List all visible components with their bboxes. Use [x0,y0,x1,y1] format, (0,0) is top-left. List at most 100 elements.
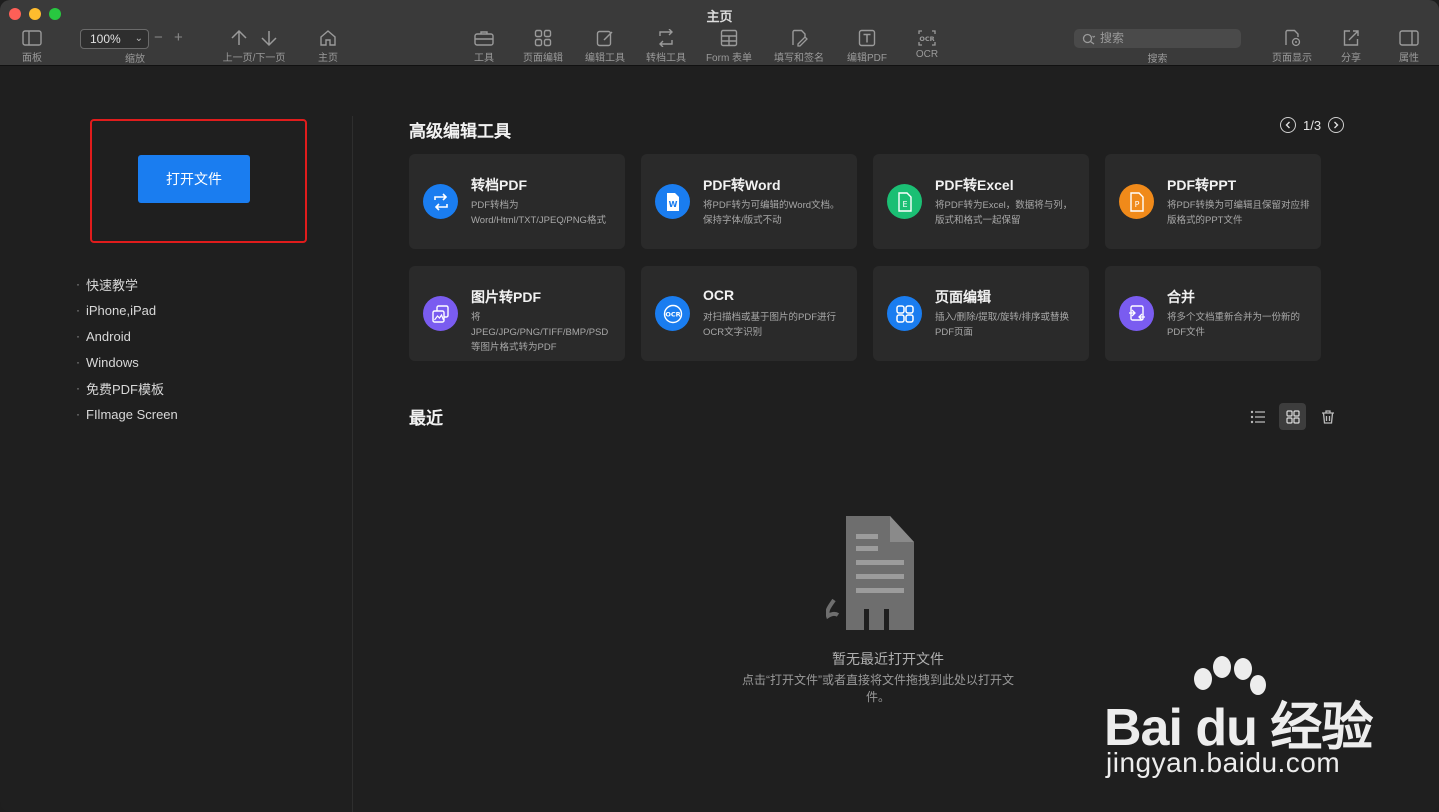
trash-icon [1321,409,1334,424]
tool-card-image-to-pdf[interactable]: 图片转PDF 将JPEG/JPG/PNG/TIFF/BMP/PSD等图片格式转为… [409,266,625,361]
edit-tools-label: 编辑工具 [585,53,625,64]
edit-icon [596,28,614,48]
properties-label: 属性 [1399,53,1419,64]
card-title: PDF转Word [703,177,781,193]
empty-document-icon [826,516,914,630]
home-label: 主页 [318,53,338,64]
page-edit-button[interactable]: 页面编辑 [518,28,568,64]
card-title: OCR [703,287,735,303]
form-table-icon [720,28,738,48]
chevron-down-icon: ⌄ [134,33,143,44]
zoom-select[interactable]: 100% ⌄ [80,29,149,49]
help-link-iphone[interactable]: · iPhone,iPad [76,297,178,323]
convert-icon [657,28,675,48]
page-display-icon [1283,28,1301,48]
tool-card-ocr[interactable]: OCR OCR 对扫描档或基于图片的PDF进行OCR文字识别 [641,266,857,361]
card-title: 图片转PDF [471,289,541,305]
help-link-tutorial[interactable]: · 快速教学 [76,271,178,297]
help-link-label: iPhone,iPad [86,302,157,318]
edit-pdf-button[interactable]: 编辑PDF [843,28,891,64]
help-link-android[interactable]: · Android [76,323,178,349]
pager-next-button[interactable] [1328,117,1345,133]
card-desc: 将PDF转为Excel，数据将与列，版式和格式一起保留 [935,200,1073,226]
card-desc: 将多个文档重新合并为一份新的PDF文件 [1167,312,1301,338]
tool-card-pdf-to-excel[interactable]: E PDF转Excel 将PDF转为Excel，数据将与列，版式和格式一起保留 [873,154,1089,249]
search-icon [1082,33,1096,45]
tool-card-page-edit[interactable]: 页面编辑 插入/删除/提取/旋转/排序或替换PDF页面 [873,266,1089,361]
convert-tools-label: 转档工具 [646,53,686,64]
tool-card-pdf-to-ppt[interactable]: P PDF转PPT 将PDF转换为可编辑且保留对应排版格式的PPT文件 [1105,154,1321,249]
card-desc: 插入/删除/提取/旋转/排序或替换PDF页面 [935,312,1070,338]
tool-card-pdf-to-word[interactable]: W PDF转Word 将PDF转为可编辑的Word文档。保持字体/版式不动 [641,154,857,249]
merge-icon [1119,296,1154,331]
tool-card-merge[interactable]: 合并 将多个文档重新合并为一份新的PDF文件 [1105,266,1321,361]
page-display-button[interactable]: 页面显示 [1266,28,1318,64]
form-button[interactable]: Form 表单 [702,28,756,64]
help-links: · 快速教学 · iPhone,iPad · Android · Windows · 免费… [76,271,178,427]
chevron-right-icon [1334,121,1339,129]
card-desc: PDF转档为Word/Html/TXT/JPEQ/PNG格式 [471,200,606,226]
form-label: Form 表单 [705,53,753,64]
grid-view-button[interactable] [1279,403,1306,430]
help-link-filmage[interactable]: · FIlmage Screen [76,401,178,427]
ocr-icon: OCR [917,28,937,48]
image-icon [423,296,458,331]
home-button[interactable]: 主页 [312,28,344,64]
panel-divider [352,116,353,812]
text-box-icon [858,28,876,48]
svg-text:E: E [902,200,907,209]
help-link-label: Android [86,328,131,344]
pager-text: 1/3 [1303,117,1322,133]
prev-next-label: 上一页/下一页 [222,53,286,64]
empty-state-title: 暂无最近打开文件 [832,651,944,667]
list-view-button[interactable] [1244,403,1271,430]
search-placeholder: 搜索 [1100,31,1125,45]
card-desc: 将PDF转换为可编辑且保留对应排版格式的PPT文件 [1167,200,1310,226]
tools-button[interactable]: 工具 [467,28,501,64]
ocr-icon: OCR [655,296,690,331]
share-button[interactable]: 分享 [1336,28,1366,64]
grid-icon [1285,409,1300,424]
arrow-down-icon[interactable] [260,29,278,47]
zoom-in-button[interactable]: + [174,29,183,46]
baidu-jingyan-watermark: Bai du 经验 jingyan.baidu.com [1100,655,1430,785]
arrow-up-icon[interactable] [230,29,248,47]
convert-tools-button[interactable]: 转档工具 [641,28,691,64]
grid-icon [887,296,922,331]
tool-card-convert-pdf[interactable]: 转档PDF PDF转档为Word/Html/TXT/JPEQ/PNG格式 [409,154,625,249]
chevron-left-icon [1285,121,1290,129]
ocr-toolbar-button[interactable]: OCR OCR [912,28,942,64]
help-link-label: 快速教学 [86,277,139,293]
edit-tools-button[interactable]: 编辑工具 [580,28,630,64]
zoom-out-button[interactable]: − [154,29,163,46]
prev-next-group: 上一页/下一页 [214,28,294,64]
card-title: PDF转PPT [1167,177,1237,193]
panel-button[interactable]: 面板 [14,28,50,64]
ppt-icon: P [1119,184,1154,219]
tools-section-title: 高级编辑工具 [409,122,511,141]
help-link-templates[interactable]: · 免费PDF模板 [76,375,178,401]
open-file-button[interactable]: 打开文件 [138,155,250,203]
empty-state-desc: 点击“打开文件”或者直接将文件拖拽到此处以打开文件。 [742,673,1014,704]
window-title: 主页 [706,9,733,24]
home-icon [319,28,337,48]
fill-sign-button[interactable]: 填写和签名 [770,28,828,64]
card-title: 页面编辑 [935,289,991,305]
pager-prev-button[interactable] [1280,117,1296,133]
recent-view-tools [1244,403,1341,430]
toolbar: 主页 面板 100% ⌄ − + 缩放 上一页/下一页 主页 工具 页面编辑 编… [0,0,1439,66]
properties-button[interactable]: 属性 [1394,28,1424,64]
svg-text:OCR: OCR [919,35,934,43]
inspector-icon [1399,28,1419,48]
share-icon [1342,28,1360,48]
zoom-label: 缩放 [125,54,145,65]
grid-icon [534,28,552,48]
card-desc: 将JPEG/JPG/PNG/TIFF/BMP/PSD等图片格式转为PDF [471,312,609,353]
card-title: 合并 [1167,289,1195,305]
card-desc: 对扫描档或基于图片的PDF进行OCR文字识别 [703,312,837,338]
search-input[interactable]: 搜索 [1074,29,1241,48]
clear-recent-button[interactable] [1314,403,1341,430]
help-link-windows[interactable]: · Windows [76,349,178,375]
ocr-toolbar-label: OCR [915,49,939,60]
toolbox-icon [474,28,494,48]
